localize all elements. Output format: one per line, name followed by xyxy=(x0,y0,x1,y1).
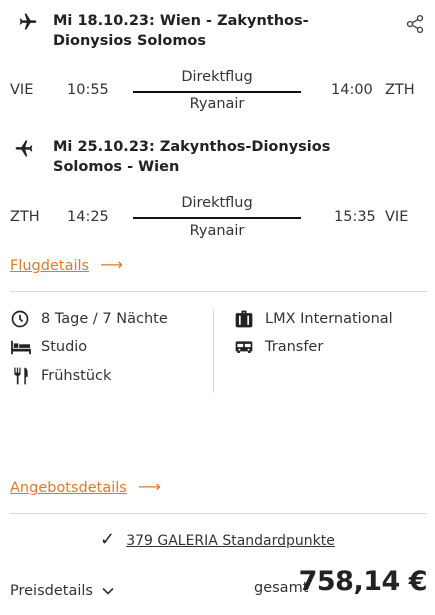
features-vertical-divider xyxy=(213,309,214,393)
return-route-line xyxy=(133,217,301,219)
outbound-arr-time: 14:00 xyxy=(331,82,373,98)
return-arr-time: 15:35 xyxy=(334,209,376,225)
points-link[interactable]: 379 GALERIA Standardpunkte xyxy=(126,533,335,549)
operator-text: LMX International xyxy=(265,311,393,327)
outbound-route-line xyxy=(133,91,301,93)
arrow-right-icon: ⟶ xyxy=(137,477,161,496)
price-details-toggle[interactable]: Preisdetails xyxy=(10,580,114,599)
check-icon: ✓ xyxy=(100,529,116,550)
duration-text: 8 Tage / 7 Nächte xyxy=(41,311,168,327)
return-from-code: ZTH xyxy=(10,209,40,225)
cutlery-icon xyxy=(11,366,31,386)
total-price: 758,14 € xyxy=(298,566,428,597)
plane-return-icon xyxy=(14,138,34,158)
outbound-airline: Ryanair xyxy=(189,96,245,112)
divider-bottom xyxy=(10,513,427,514)
divider-top xyxy=(10,291,427,292)
outbound-from-code: VIE xyxy=(10,82,34,98)
flight-details-label[interactable]: Flugdetails xyxy=(10,258,89,274)
share-icon[interactable] xyxy=(405,14,425,34)
price-details-label[interactable]: Preisdetails xyxy=(10,583,93,599)
return-flight-type: Direktflug xyxy=(181,195,253,211)
return-title: Mi 25.10.23: Zakynthos-Dionysios Solomos… xyxy=(53,139,331,175)
outbound-flight-type: Direktflug xyxy=(181,69,253,85)
outbound-to-code: ZTH xyxy=(385,82,415,98)
board-text: Frühstück xyxy=(41,368,112,384)
points-row[interactable]: ✓ 379 GALERIA Standardpunkte xyxy=(100,529,335,550)
return-dep-time: 14:25 xyxy=(67,209,109,225)
clock-icon xyxy=(10,309,30,329)
flight-details-link[interactable]: Flugdetails ⟶ xyxy=(10,255,123,274)
chevron-down-icon xyxy=(102,587,114,595)
suitcase-icon xyxy=(234,309,254,329)
arrow-right-icon: ⟶ xyxy=(100,255,124,274)
transfer-text: Transfer xyxy=(265,339,324,355)
outbound-title: Mi 18.10.23: Wien - Zakynthos-Dionysios … xyxy=(53,13,309,49)
return-airline: Ryanair xyxy=(189,223,245,239)
plane-out-icon xyxy=(18,12,38,32)
offer-details-link[interactable]: Angebotsdetails ⟶ xyxy=(10,477,161,496)
offer-details-label[interactable]: Angebotsdetails xyxy=(10,480,127,496)
room-text: Studio xyxy=(41,339,88,355)
bed-icon xyxy=(10,338,32,356)
bus-icon xyxy=(234,338,254,358)
return-to-code: VIE xyxy=(385,209,409,225)
outbound-dep-time: 10:55 xyxy=(67,82,109,98)
